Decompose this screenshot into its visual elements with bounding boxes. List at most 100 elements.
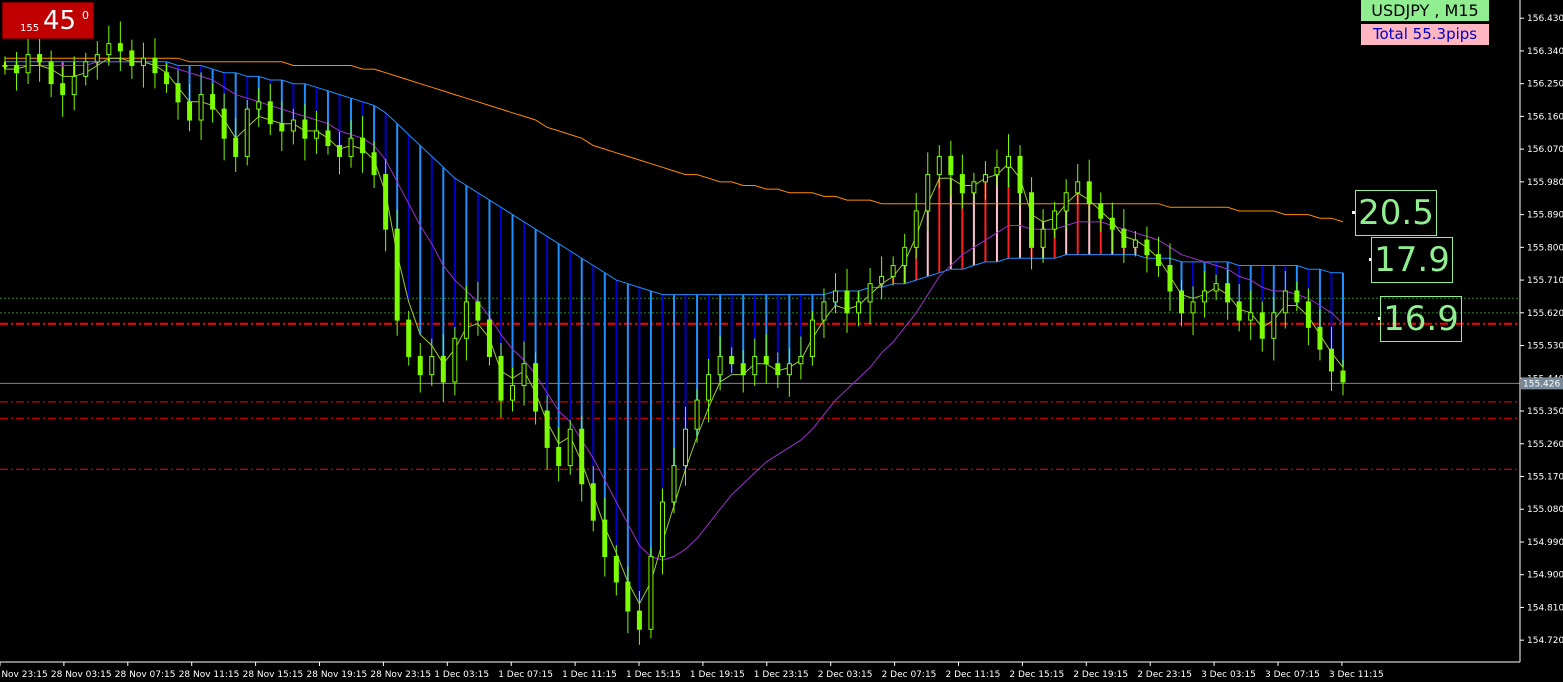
candle-body [1248,312,1254,321]
time-tick-label: 28 Nov 15:15 [243,670,304,680]
price-tick-label: 155.800 [1527,243,1563,253]
candle-body [717,355,723,376]
candle-body [48,61,54,85]
candle-body [348,137,354,157]
candle-body [890,265,896,277]
candle-body [1109,217,1115,230]
candle-body [1063,192,1069,212]
price-tick-label: 154.900 [1527,571,1563,581]
time-tick-label: 1 Dec 07:15 [498,670,553,680]
candle-body [948,155,954,176]
candle-body [94,54,100,63]
candle-body [175,83,181,103]
candle-body [1040,228,1046,248]
candle-body [1155,254,1161,267]
time-tick-label: 1 Dec 19:15 [690,670,745,680]
candle-body [313,130,319,139]
candle-body [729,355,735,365]
candle-body [902,246,908,267]
time-tick-label: 2 Dec 15:15 [1009,670,1064,680]
candle-body [556,446,562,467]
candle-body [383,174,389,230]
candle-body [1179,290,1185,314]
candle-body [913,210,919,248]
price-tick-label: 156.430 [1527,14,1563,24]
time-tick-label: 2 Dec 03:15 [818,670,873,680]
candle-body [1086,181,1092,205]
candle-body [567,428,573,467]
price-tick-label: 154.720 [1527,636,1563,646]
candle-body [1340,370,1346,383]
candle-body [579,428,585,485]
time-tick-label: 28 Nov 11:15 [179,670,240,680]
candle-body [106,43,112,56]
time-tick-label: 3 Dec 07:15 [1265,670,1320,680]
candle-body [486,319,492,357]
price-tick-label: 155.620 [1527,309,1563,319]
price-tick-label: 155.530 [1527,342,1563,352]
ma-skyblue-line [5,61,1343,296]
candle-body [71,75,77,96]
candle-body [152,57,158,74]
candle-body [417,355,423,376]
candle-body [1098,203,1104,219]
candle-body [360,137,366,154]
candle-body [1132,239,1138,248]
candle-body [994,166,1000,176]
price-tick-label: 155.080 [1527,505,1563,515]
badge-big-figure: 155 [20,23,40,34]
candle-body [163,72,169,85]
candle-body [25,54,31,74]
symbol-label: USDJPY , M15 [1361,0,1489,21]
candle-body [394,228,400,321]
badge-pips: 45 [43,6,77,36]
candle-body [267,101,273,125]
candle-body [475,301,481,321]
candle-body [1121,228,1127,248]
candle-body [1167,265,1173,292]
candle-body [14,64,20,74]
candle-body [1271,312,1277,339]
candle-body [856,301,862,314]
candle-body [498,355,504,401]
candle-body [533,363,539,412]
candle-body [256,101,262,110]
candle-body [221,108,227,139]
candle-body [775,363,781,376]
candle-body [706,374,712,401]
candle-body [671,465,677,503]
badge-fraction: 0 [82,9,89,22]
time-axis: 27 Nov 23:1528 Nov 03:1528 Nov 07:1528 N… [0,662,1384,680]
candle-body [844,290,850,314]
price-tick-label: 155.980 [1527,178,1563,188]
time-tick-label: 28 Nov 03:15 [51,670,112,680]
candle-body [1259,312,1265,339]
candle-body [406,319,412,357]
price-badge[interactable]: 155 45 0 [2,2,94,39]
price-tick-label: 156.070 [1527,145,1563,155]
price-chart[interactable]: 156.430 156.340 156.250 156.160 156.070 155.9… [0,0,1563,682]
candle-body [971,181,977,194]
candle-body [694,399,700,430]
candle-body [440,355,446,383]
time-tick-label: 1 Dec 15:15 [626,670,681,680]
ma-orange-line [5,57,1344,223]
time-tick-label: 1 Dec 11:15 [562,670,617,680]
candle-body [337,144,342,157]
candle-body [659,501,665,558]
candle-body [198,94,204,121]
candle-body [1294,290,1300,303]
candle-body [1052,210,1058,230]
candle-body [60,83,66,96]
total-pips-label: Total 55.3pips [1361,24,1489,45]
time-tick-label: 3 Dec 03:15 [1201,670,1256,680]
candle-body [798,355,804,365]
price-tick-label: 155.710 [1527,276,1563,286]
candle-body [233,137,239,157]
time-tick-label: 28 Nov 23:15 [370,670,431,680]
indicator-value-2: 17.9 [1371,237,1453,283]
candle-body [752,355,758,376]
candle-body [521,363,527,387]
candle-body [1213,283,1219,292]
time-tick-label: 2 Dec 07:15 [882,670,937,680]
